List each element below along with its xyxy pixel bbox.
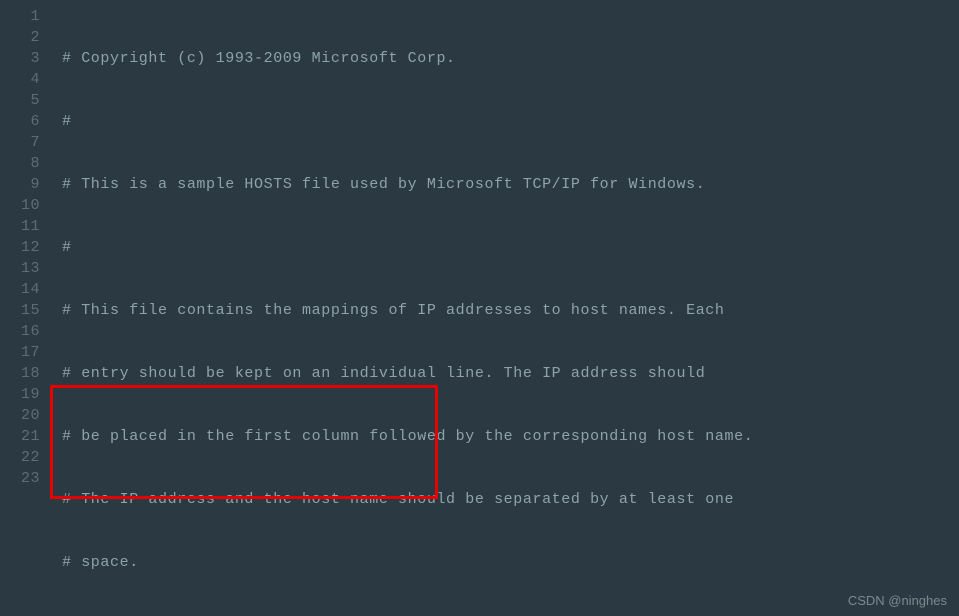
line-number: 21	[0, 426, 40, 447]
line-number: 13	[0, 258, 40, 279]
line-number: 5	[0, 90, 40, 111]
line-number: 23	[0, 468, 40, 489]
line-number: 1	[0, 6, 40, 27]
line-number: 16	[0, 321, 40, 342]
code-line[interactable]: # Copyright (c) 1993-2009 Microsoft Corp…	[62, 48, 959, 69]
code-line[interactable]: # entry should be kept on an individual …	[62, 363, 959, 384]
line-number: 18	[0, 363, 40, 384]
code-line[interactable]: # This file contains the mappings of IP …	[62, 300, 959, 321]
code-line[interactable]: #	[62, 111, 959, 132]
code-area[interactable]: # Copyright (c) 1993-2009 Microsoft Corp…	[48, 0, 959, 616]
line-number: 2	[0, 27, 40, 48]
code-editor[interactable]: 1 2 3 4 5 6 7 8 9 10 11 12 13 14 15 16 1…	[0, 0, 959, 616]
code-line[interactable]: # space.	[62, 552, 959, 573]
line-number: 4	[0, 69, 40, 90]
line-number: 10	[0, 195, 40, 216]
line-number: 8	[0, 153, 40, 174]
line-number: 17	[0, 342, 40, 363]
line-number: 3	[0, 48, 40, 69]
code-line[interactable]: #	[62, 237, 959, 258]
line-number: 15	[0, 300, 40, 321]
line-number: 6	[0, 111, 40, 132]
line-number: 9	[0, 174, 40, 195]
line-number: 22	[0, 447, 40, 468]
line-number: 12	[0, 237, 40, 258]
code-line[interactable]: # This is a sample HOSTS file used by Mi…	[62, 174, 959, 195]
line-number: 20	[0, 405, 40, 426]
line-number-gutter: 1 2 3 4 5 6 7 8 9 10 11 12 13 14 15 16 1…	[0, 0, 48, 616]
code-line[interactable]: # be placed in the first column followed…	[62, 426, 959, 447]
line-number: 7	[0, 132, 40, 153]
line-number: 14	[0, 279, 40, 300]
code-line[interactable]: # The IP address and the host name shoul…	[62, 489, 959, 510]
line-number: 19	[0, 384, 40, 405]
line-number: 11	[0, 216, 40, 237]
